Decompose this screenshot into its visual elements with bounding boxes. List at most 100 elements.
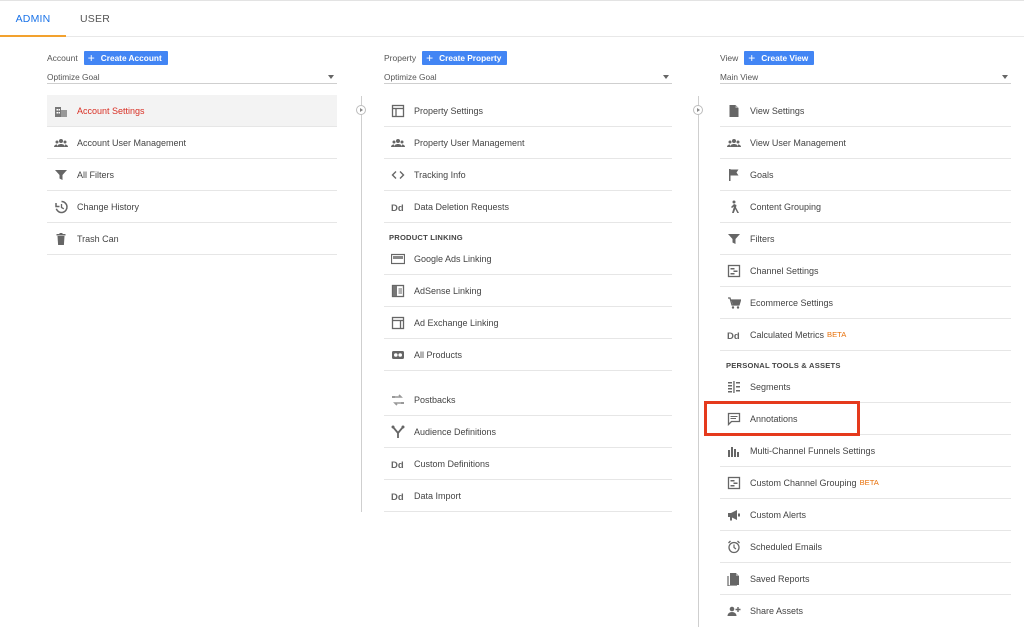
users-icon	[54, 136, 68, 150]
google-ads-linking-label: Google Ads Linking	[414, 253, 492, 264]
property-user-management-item[interactable]: Property User Management	[384, 127, 672, 159]
all-products-item[interactable]: All Products	[384, 339, 672, 371]
beta-badge: BETA	[827, 330, 847, 339]
adsense-icon	[391, 284, 405, 298]
scheduled-emails-item[interactable]: Scheduled Emails	[720, 531, 1011, 563]
account-settings-item[interactable]: Account Settings	[47, 95, 337, 127]
multi-channel-funnels-settings-label: Multi-Channel Funnels Settings	[750, 445, 876, 456]
saved-reports-item[interactable]: Saved Reports	[720, 563, 1011, 595]
channel-icon	[727, 264, 741, 278]
scheduled-emails-label: Scheduled Emails	[750, 541, 823, 552]
plus-icon: +	[426, 51, 434, 65]
history-icon	[54, 200, 68, 214]
cart-icon	[727, 296, 741, 310]
trash-can-label: Trash Can	[77, 233, 119, 244]
view-settings-item[interactable]: View Settings	[720, 95, 1011, 127]
svg-text:Dd: Dd	[391, 460, 404, 471]
ad-exchange-linking-label: Ad Exchange Linking	[414, 317, 499, 328]
personal-tools-heading: PERSONAL TOOLS & ASSETS	[726, 361, 841, 370]
data-deletion-requests-item[interactable]: Dd Data Deletion Requests	[384, 191, 672, 223]
change-history-label: Change History	[77, 201, 140, 212]
annotations-item[interactable]: Annotations	[720, 403, 1011, 435]
create-account-button[interactable]: + Create Account	[83, 51, 168, 65]
saved-reports-label: Saved Reports	[750, 573, 810, 584]
bar-chart-icon	[727, 444, 741, 458]
annotations-label: Annotations	[750, 413, 798, 424]
create-property-button[interactable]: + Create Property	[422, 51, 508, 65]
users-icon	[391, 136, 405, 150]
share-assets-item[interactable]: Share Assets	[720, 595, 1011, 627]
property-selected: Optimize Goal	[384, 71, 437, 82]
ad-exchange-linking-item[interactable]: Ad Exchange Linking	[384, 307, 672, 339]
caret-down-icon	[663, 74, 669, 79]
audience-definitions-item[interactable]: Audience Definitions	[384, 416, 672, 448]
channel-settings-label: Channel Settings	[750, 265, 819, 276]
account-selector[interactable]: Optimize Goal	[47, 70, 337, 84]
view-selector[interactable]: Main View	[720, 70, 1011, 84]
custom-channel-grouping-item[interactable]: Custom Channel Grouping BETA	[720, 467, 1011, 499]
tracking-info-label: Tracking Info	[414, 169, 466, 180]
data-deletion-requests-label: Data Deletion Requests	[414, 201, 510, 212]
share-user-icon	[727, 604, 741, 618]
property-selector[interactable]: Optimize Goal	[384, 70, 672, 84]
all-filters-label: All Filters	[77, 169, 115, 180]
caret-down-icon	[1002, 74, 1008, 79]
property-settings-item[interactable]: Property Settings	[384, 95, 672, 127]
view-settings-label: View Settings	[750, 105, 805, 116]
ecommerce-settings-item[interactable]: Ecommerce Settings	[720, 287, 1011, 319]
connector-arrow-icon	[693, 105, 703, 115]
dd-icon: Dd	[727, 328, 741, 342]
dd-icon: Dd	[391, 200, 405, 214]
data-import-label: Data Import	[414, 490, 462, 501]
goals-label: Goals	[750, 169, 774, 180]
create-view-button[interactable]: + Create View	[744, 51, 815, 65]
svg-text:Dd: Dd	[727, 331, 740, 342]
channel-settings-item[interactable]: Channel Settings	[720, 255, 1011, 287]
all-filters-item[interactable]: All Filters	[47, 159, 337, 191]
segments-icon	[727, 380, 741, 394]
filters-label: Filters	[750, 233, 775, 244]
data-import-item[interactable]: Dd Data Import	[384, 480, 672, 512]
view-selected: Main View	[720, 71, 759, 82]
plus-icon: +	[87, 51, 95, 65]
custom-channel-grouping-label: Custom Channel Grouping	[750, 477, 857, 488]
account-selected: Optimize Goal	[47, 71, 100, 82]
tab-user[interactable]: USER	[66, 1, 124, 37]
code-icon	[391, 168, 405, 182]
google-ads-linking-item[interactable]: Google Ads Linking	[384, 243, 672, 275]
flag-icon	[727, 168, 741, 182]
create-view-label: Create View	[761, 53, 809, 63]
view-label: View	[720, 53, 739, 63]
channel-icon	[727, 476, 741, 490]
postbacks-item[interactable]: Postbacks	[384, 384, 672, 416]
trash-can-item[interactable]: Trash Can	[47, 223, 337, 255]
view-user-management-item[interactable]: View User Management	[720, 127, 1011, 159]
tracking-info-item[interactable]: Tracking Info	[384, 159, 672, 191]
ad-exchange-icon	[391, 316, 405, 330]
tab-admin[interactable]: ADMIN	[0, 1, 66, 37]
saved-report-icon	[727, 572, 741, 586]
trash-icon	[54, 232, 68, 246]
custom-alerts-item[interactable]: Custom Alerts	[720, 499, 1011, 531]
svg-text:Dd: Dd	[391, 203, 404, 214]
account-header: Account + Create Account	[47, 51, 168, 65]
filters-item[interactable]: Filters	[720, 223, 1011, 255]
users-icon	[727, 136, 741, 150]
content-grouping-item[interactable]: Content Grouping	[720, 191, 1011, 223]
all-products-label: All Products	[414, 349, 463, 360]
multi-channel-funnels-settings-item[interactable]: Multi-Channel Funnels Settings	[720, 435, 1011, 467]
adsense-linking-item[interactable]: AdSense Linking	[384, 275, 672, 307]
create-property-label: Create Property	[439, 53, 502, 63]
view-user-management-label: View User Management	[750, 137, 846, 148]
calculated-metrics-item[interactable]: Dd Calculated Metrics BETA	[720, 319, 1011, 351]
change-history-item[interactable]: Change History	[47, 191, 337, 223]
segments-item[interactable]: Segments	[720, 371, 1011, 403]
goals-item[interactable]: Goals	[720, 159, 1011, 191]
account-label: Account	[47, 53, 78, 63]
property-settings-label: Property Settings	[414, 105, 484, 116]
create-account-label: Create Account	[100, 53, 162, 63]
account-user-management-item[interactable]: Account User Management	[47, 127, 337, 159]
dd-icon: Dd	[391, 489, 405, 503]
custom-definitions-item[interactable]: Dd Custom Definitions	[384, 448, 672, 480]
megaphone-icon	[727, 508, 741, 522]
